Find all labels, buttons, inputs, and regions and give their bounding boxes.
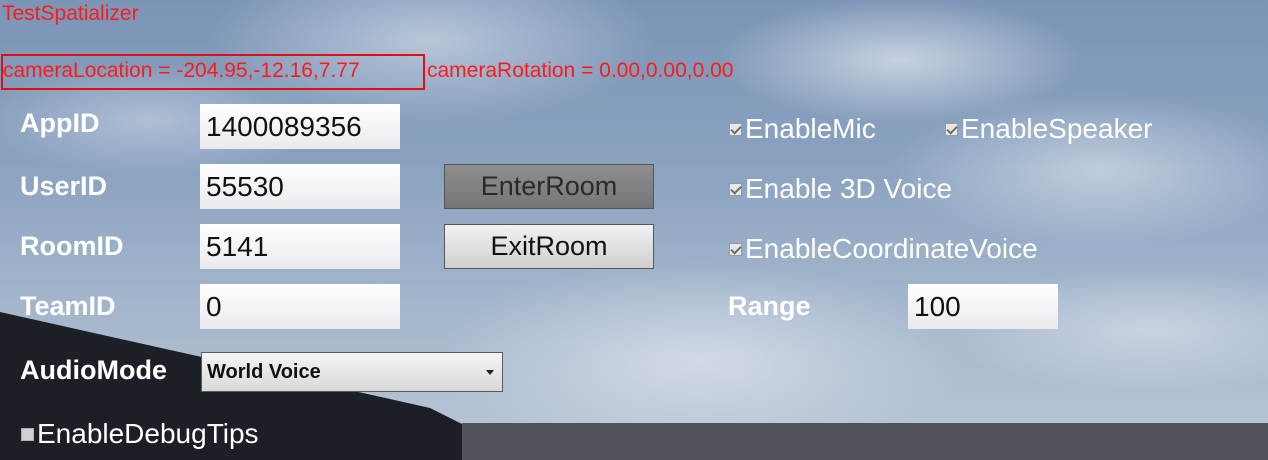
audio-mode-select[interactable]: World Voice xyxy=(201,352,503,392)
user-id-label: UserID xyxy=(20,171,108,201)
room-id-label: RoomID xyxy=(20,231,124,261)
enable-3d-voice-checkbox[interactable]: Enable 3D Voice xyxy=(729,173,952,205)
checkbox-checked-icon xyxy=(729,182,742,196)
checkbox-unchecked-icon xyxy=(21,427,34,441)
app-id-label: AppID xyxy=(20,108,100,138)
enable-speaker-label: EnableSpeaker xyxy=(961,113,1153,144)
enable-3d-voice-label: Enable 3D Voice xyxy=(745,173,953,204)
range-field[interactable] xyxy=(908,284,1058,329)
enable-mic-label: EnableMic xyxy=(745,113,876,144)
team-id-label: TeamID xyxy=(20,291,116,321)
team-id-field[interactable] xyxy=(200,284,400,329)
chevron-down-icon xyxy=(486,370,494,375)
enable-coordinate-voice-checkbox[interactable]: EnableCoordinateVoice xyxy=(729,233,1038,265)
room-id-field[interactable] xyxy=(200,224,400,269)
app-title: TestSpatializer xyxy=(2,2,139,25)
enable-debug-tips-label: EnableDebugTips xyxy=(37,418,259,449)
enable-mic-checkbox[interactable]: EnableMic xyxy=(729,113,876,145)
checkbox-checked-icon xyxy=(729,122,742,136)
range-label: Range xyxy=(728,291,811,321)
exit-room-button[interactable]: ExitRoom xyxy=(444,224,654,269)
audio-mode-label: AudioMode xyxy=(20,355,167,385)
enter-room-button[interactable]: EnterRoom xyxy=(444,164,654,209)
enable-debug-tips-checkbox[interactable]: EnableDebugTips xyxy=(21,418,259,450)
enable-speaker-checkbox[interactable]: EnableSpeaker xyxy=(945,113,1152,145)
user-id-field[interactable] xyxy=(200,164,400,209)
audio-mode-selected-value: World Voice xyxy=(207,361,321,383)
game-viewport: TestSpatializer cameraLocation = -204.95… xyxy=(0,0,1268,460)
camera-location-readout: cameraLocation = -204.95,-12.16,7.77 xyxy=(1,54,425,90)
enable-coordinate-voice-label: EnableCoordinateVoice xyxy=(745,233,1038,264)
checkbox-checked-icon xyxy=(729,242,742,256)
app-id-field[interactable] xyxy=(200,104,400,149)
camera-rotation-readout: cameraRotation = 0.00,0.00,0.00 xyxy=(427,59,734,82)
checkbox-checked-icon xyxy=(945,122,958,136)
